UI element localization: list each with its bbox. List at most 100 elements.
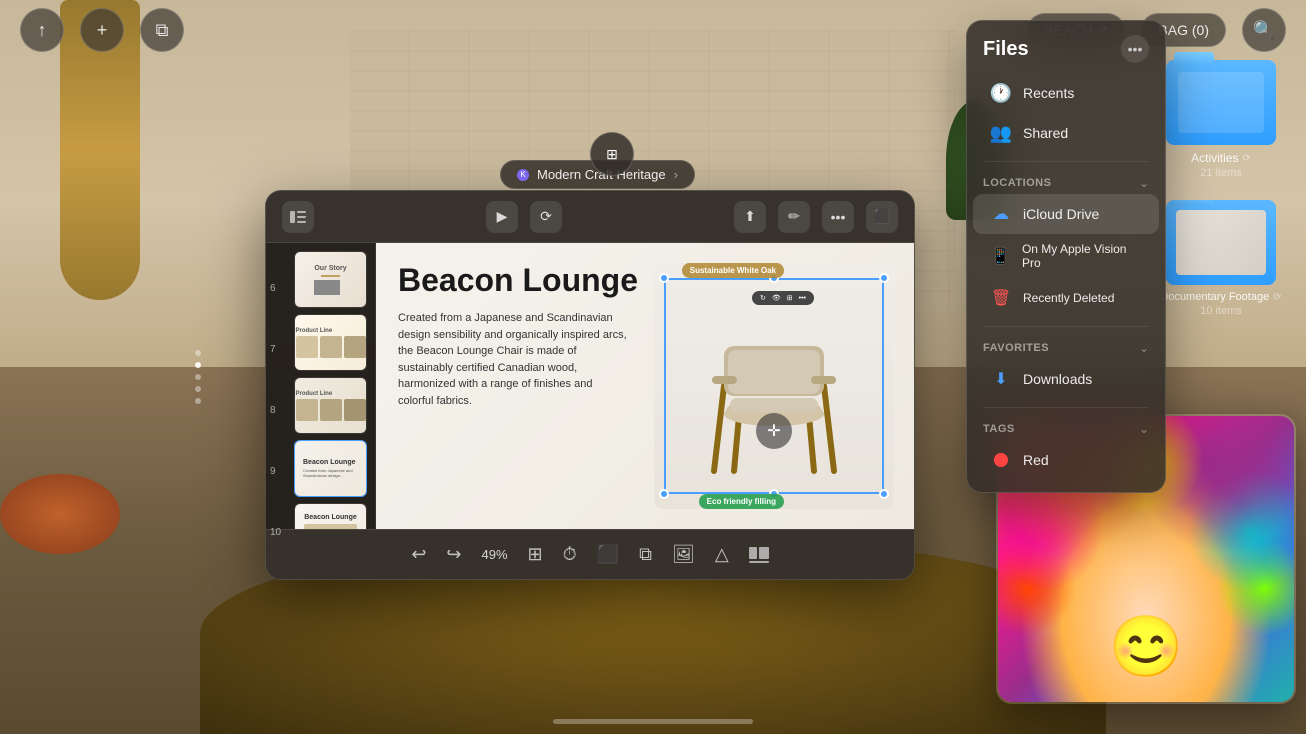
slide-num-9: 9 xyxy=(270,441,281,502)
files-more-button[interactable]: ••• xyxy=(1121,35,1149,63)
folder-activities[interactable]: Activities ⟳ 21 items xyxy=(1156,60,1286,179)
keynote-add-button[interactable]: ⊞ xyxy=(590,132,634,176)
files-item-shared[interactable]: 👥 Shared xyxy=(973,113,1159,153)
slide-text-area: Beacon Lounge Created from a Japanese an… xyxy=(398,263,638,409)
shape-button[interactable]: △ xyxy=(715,544,729,565)
activities-folder-icon xyxy=(1166,60,1276,145)
applevision-icon: 📱 xyxy=(989,244,1012,268)
present-button[interactable]: ▶ xyxy=(486,201,518,233)
slide-num-8: 8 xyxy=(270,380,281,441)
tags-section-title: Tags xyxy=(983,423,1015,435)
trash-icon: 🗑 xyxy=(989,286,1013,310)
slide-item-10[interactable]: Beacon Lounge xyxy=(294,503,367,529)
timer-button[interactable]: ⏱ xyxy=(563,544,577,565)
handle-bl[interactable] xyxy=(659,489,669,499)
move-handle[interactable]: ✛ xyxy=(756,413,792,449)
slide-item-9[interactable]: Beacon Lounge Created from Japanese and … xyxy=(294,440,367,497)
chair-image xyxy=(684,286,864,486)
slide-thumb-6: Our Story xyxy=(295,252,366,307)
red-tag-icon xyxy=(989,448,1013,472)
share-button[interactable]: ↑ xyxy=(20,8,64,52)
label-sustainable: Sustainable White Oak xyxy=(682,263,784,278)
sidebar-dot-3 xyxy=(195,374,201,380)
locations-chevron-icon[interactable]: ⌄ xyxy=(1139,176,1149,190)
slide-content: Beacon Lounge Created from a Japanese an… xyxy=(376,243,914,529)
sidebar-dot-4 xyxy=(195,386,201,392)
slide-item-6[interactable]: Our Story xyxy=(294,251,367,308)
locations-section-header: Locations ⌄ xyxy=(967,170,1165,194)
keynote-toolbar: ▶ ⟳ ⬆ ✏ ••• ⬛ xyxy=(266,191,914,243)
files-item-downloads[interactable]: ⬇ Downloads xyxy=(973,359,1159,399)
zoom-level: 49% xyxy=(482,547,508,562)
applevision-label: On My Apple Vision Pro xyxy=(1022,242,1143,270)
downloads-icon: ⬇ xyxy=(989,367,1013,391)
files-panel: Files ••• 🕐 Recents 👥 Shared Locations ⌄… xyxy=(966,20,1166,493)
divider-1 xyxy=(983,161,1149,162)
files-item-deleted[interactable]: 🗑 Recently Deleted xyxy=(973,278,1159,318)
documentary-count: 10 items xyxy=(1156,305,1286,317)
eye-icon: 👁 xyxy=(772,294,781,302)
loop-button[interactable]: ⟳ xyxy=(530,201,562,233)
image-toolbar[interactable]: ↻ 👁 ⊞ ••• xyxy=(752,291,814,305)
sidebar-toggle-button[interactable] xyxy=(282,201,314,233)
play-icon: ▶ xyxy=(497,208,508,225)
more-keynote-button[interactable]: ••• xyxy=(822,201,854,233)
window-button[interactable]: ⧉ xyxy=(140,8,184,52)
table-button[interactable]: ⊞ xyxy=(528,544,543,565)
recents-icon: 🕐 xyxy=(989,81,1013,105)
icloud-icon: ☁ xyxy=(989,202,1013,226)
icloud-label: iCloud Drive xyxy=(1023,206,1099,222)
recently-deleted-label: Recently Deleted xyxy=(1023,291,1114,305)
slide-item-7[interactable]: Product Line xyxy=(294,314,367,371)
files-item-red-tag[interactable]: Red xyxy=(973,440,1159,480)
handle-tl[interactable] xyxy=(659,273,669,283)
sidebar-dot-2 xyxy=(195,362,201,368)
keynote-body: Our Story Product Line xyxy=(266,243,914,529)
refresh-icon: ↻ xyxy=(760,294,766,302)
screen-button[interactable]: ⬛ xyxy=(597,544,619,565)
share-keynote-button[interactable]: ⬆ xyxy=(734,201,766,233)
inspector-button[interactable]: ⬛ xyxy=(866,201,898,233)
sidebar-dot-5 xyxy=(195,398,201,404)
add-button[interactable]: + xyxy=(80,8,124,52)
handle-tr[interactable] xyxy=(879,273,889,283)
slide-thumb-7: Product Line xyxy=(295,315,366,370)
slide-thumb-9: Beacon Lounge Created from Japanese and … xyxy=(295,441,366,496)
label-eco: Eco friendly filling xyxy=(699,494,784,509)
redo-button[interactable]: ↪ xyxy=(446,544,461,565)
divider-3 xyxy=(983,407,1149,408)
left-sidebar xyxy=(195,350,201,404)
undo-button[interactable]: ↩ xyxy=(411,544,426,565)
home-indicator xyxy=(553,719,753,724)
divider-2 xyxy=(983,326,1149,327)
slide-item-8[interactable]: Product Line xyxy=(294,377,367,434)
handle-br[interactable] xyxy=(879,489,889,499)
locations-section-title: Locations xyxy=(983,177,1051,189)
files-item-applevision[interactable]: 📱 On My Apple Vision Pro xyxy=(973,234,1159,278)
photo-smile: 😊 xyxy=(1109,611,1184,682)
files-header: Files ••• xyxy=(967,21,1165,73)
documentary-folder-icon xyxy=(1166,200,1276,285)
files-item-recents[interactable]: 🕐 Recents xyxy=(973,73,1159,113)
activities-folder-name: Activities ⟳ xyxy=(1156,151,1286,165)
markup-button[interactable]: ✏ xyxy=(778,201,810,233)
sync-icon-2: ⟳ xyxy=(1273,292,1281,303)
photo-button[interactable]: 🖼 xyxy=(672,544,695,565)
pen-icon: ✏ xyxy=(788,208,800,225)
bag-text: BAG (0) xyxy=(1158,22,1209,38)
downloads-label: Downloads xyxy=(1023,371,1092,387)
copy-button[interactable]: ⧉ xyxy=(639,544,652,565)
files-item-icloud[interactable]: ☁ iCloud Drive xyxy=(973,194,1159,234)
upload-icon: ⬆ xyxy=(744,208,756,225)
keynote-main-area[interactable]: Beacon Lounge Created from a Japanese an… xyxy=(376,243,914,529)
slide-num-7: 7 xyxy=(270,319,281,380)
slide-more-button[interactable] xyxy=(749,547,769,563)
slide-thumb-8: Product Line xyxy=(295,378,366,433)
favorites-section-header: Favorites ⌄ xyxy=(967,335,1165,359)
folder-documentary[interactable]: Documentary Footage ⟳ 10 items xyxy=(1156,200,1286,317)
search-button[interactable]: 🔍 xyxy=(1242,8,1286,52)
tags-chevron-icon[interactable]: ⌄ xyxy=(1139,422,1149,436)
slide-thumb-10: Beacon Lounge xyxy=(295,504,366,529)
activities-count: 21 items xyxy=(1156,167,1286,179)
favorites-chevron-icon[interactable]: ⌄ xyxy=(1139,341,1149,355)
